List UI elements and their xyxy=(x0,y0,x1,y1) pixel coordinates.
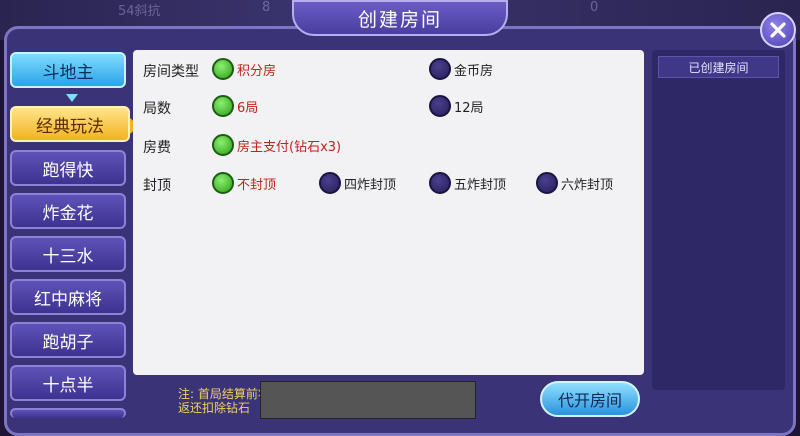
radio-unselected-icon xyxy=(429,95,451,117)
radio-selected-icon xyxy=(212,134,234,156)
option-label: 6局 xyxy=(237,100,259,116)
room-type-option-coins[interactable]: 金币房 xyxy=(429,58,493,80)
diamond-refund-note: 注: 首局结算前将 返还扣除钻石 xyxy=(178,387,270,415)
radio-unselected-icon xyxy=(429,172,451,194)
sidebar-item-doudizhu[interactable]: 斗地主 xyxy=(10,52,126,88)
note-line-2: 返还扣除钻石 xyxy=(178,401,251,415)
cap-option-no-cap[interactable]: 不封顶 xyxy=(212,172,276,194)
sidebar-item-classic-mode[interactable]: 经典玩法 xyxy=(10,106,130,142)
option-label: 五炸封顶 xyxy=(454,177,507,193)
sidebar-item-shisanshui[interactable]: 十三水 xyxy=(10,236,126,272)
cap-option-five-bombs[interactable]: 五炸封顶 xyxy=(429,172,506,194)
coin-count-blur: 8 xyxy=(262,0,271,15)
radio-unselected-icon xyxy=(429,58,451,80)
radio-unselected-icon xyxy=(319,172,341,194)
radio-unselected-icon xyxy=(536,172,558,194)
close-button[interactable] xyxy=(760,12,796,48)
note-line-1: 注: 首局结算前将 xyxy=(178,387,270,401)
option-label: 房主支付(钻石x3) xyxy=(237,139,342,155)
sidebar-item-paodekuai[interactable]: 跑得快 xyxy=(10,150,126,186)
option-label: 不封顶 xyxy=(237,177,277,193)
cap-option-six-bombs[interactable]: 六炸封顶 xyxy=(536,172,613,194)
option-label: 12局 xyxy=(454,100,484,116)
radio-selected-icon xyxy=(212,172,234,194)
room-type-option-points[interactable]: 积分房 xyxy=(212,58,276,80)
cap-option-four-bombs[interactable]: 四炸封顶 xyxy=(319,172,396,194)
created-rooms-header: 已创建房间 xyxy=(658,56,779,78)
rounds-option-12[interactable]: 12局 xyxy=(429,95,484,117)
proxy-open-room-button[interactable]: 代开房间 xyxy=(540,381,640,417)
created-rooms-panel: 已创建房间 xyxy=(652,50,785,390)
radio-selected-icon xyxy=(212,95,234,117)
note-text-box xyxy=(260,381,476,419)
sidebar-item-hongzhong-mahjong[interactable]: 红中麻将 xyxy=(10,279,126,315)
cap-label: 封顶 xyxy=(143,178,171,194)
option-label: 金币房 xyxy=(454,63,494,79)
sidebar-item-partial[interactable] xyxy=(10,408,126,418)
option-label: 六炸封顶 xyxy=(561,177,614,193)
rounds-label: 局数 xyxy=(143,101,171,117)
fee-option-host-pays[interactable]: 房主支付(钻石x3) xyxy=(212,134,341,156)
diamond-count-blur: 0 xyxy=(590,0,599,15)
options-panel: 房间类型 积分房 金币房 局数 6局 12局 房费 房主支付(钻石x3) 封顶 … xyxy=(133,50,644,375)
option-label: 积分房 xyxy=(237,63,277,79)
dialog-title: 创建房间 xyxy=(292,0,508,36)
expand-arrow-icon xyxy=(66,94,78,102)
option-label: 四炸封顶 xyxy=(344,177,397,193)
room-type-label: 房间类型 xyxy=(143,64,199,80)
close-icon xyxy=(770,22,786,38)
sidebar-item-shidianban[interactable]: 十点半 xyxy=(10,365,126,401)
sidebar-item-paohuzi[interactable]: 跑胡子 xyxy=(10,322,126,358)
radio-selected-icon xyxy=(212,58,234,80)
sidebar-item-zhajinhua[interactable]: 炸金花 xyxy=(10,193,126,229)
player-name-blur: 54斜抗 xyxy=(118,4,161,19)
fee-label: 房费 xyxy=(143,140,171,156)
rounds-option-6[interactable]: 6局 xyxy=(212,95,258,117)
